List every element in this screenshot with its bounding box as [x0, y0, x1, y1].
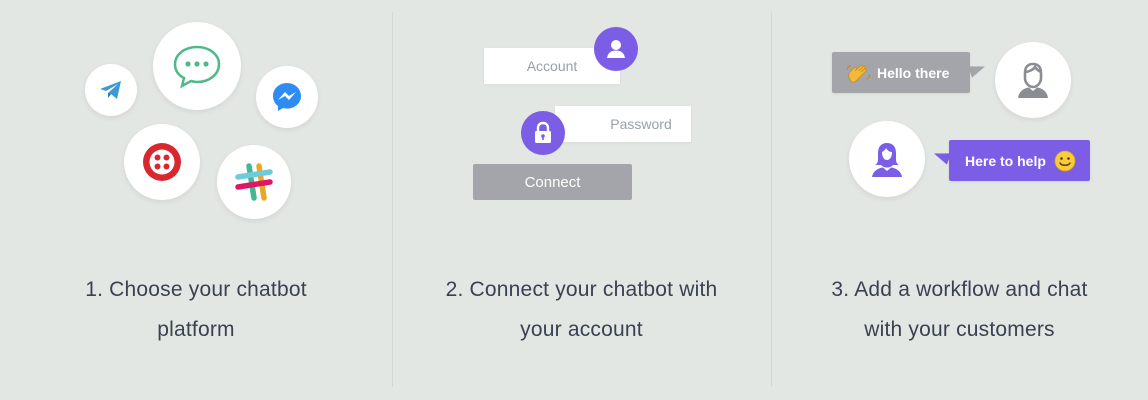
messenger-circle[interactable] — [256, 66, 318, 128]
step-connect-account: Account Password Connect 2. Connect your… — [392, 0, 771, 400]
caption-line: 1. Choose your chatbot — [85, 278, 307, 301]
connect-button[interactable]: Connect — [473, 164, 632, 200]
reply-text: Here to help — [965, 152, 1046, 169]
caption-line: 2. Connect your chatbot with — [445, 278, 718, 301]
user-icon — [607, 40, 625, 58]
account-placeholder: Account — [526, 58, 578, 74]
messenger-icon — [273, 83, 301, 111]
slack-icon — [235, 163, 273, 201]
caption-line: with your customers — [864, 318, 1055, 341]
chat-circle[interactable] — [153, 22, 241, 110]
chat-icon — [173, 45, 221, 89]
slack-circle[interactable] — [217, 145, 291, 219]
password-field[interactable]: Password — [555, 106, 691, 142]
twilio-icon — [143, 143, 181, 181]
telegram-circle[interactable] — [85, 64, 137, 116]
step-workflow-chat: Hello there Here to help 3. Add a workfl… — [771, 0, 1148, 400]
woman-icon — [872, 143, 902, 177]
caption-line: 3. Add a workflow and chat — [831, 278, 1088, 301]
caption-line: platform — [157, 318, 235, 341]
customer-avatar — [849, 121, 925, 197]
password-placeholder: Password — [610, 116, 672, 132]
step-caption: 1. Choose your chatbot platform — [0, 270, 392, 350]
step-caption: 2. Connect your chatbot with your accoun… — [392, 270, 771, 350]
greeting-bubble-tail — [967, 60, 988, 78]
connect-label: Connect — [524, 173, 581, 191]
smiley-icon — [1054, 150, 1076, 171]
step-choose-platform: 1. Choose your chatbot platform — [0, 0, 392, 400]
greeting-bubble: Hello there — [832, 52, 970, 93]
lock-icon — [535, 121, 551, 143]
reply-bubble: Here to help — [949, 140, 1090, 181]
lock-badge — [521, 111, 565, 155]
steps-section: 1. Choose your chatbot platform Account … — [0, 0, 1148, 400]
caption-line: your account — [520, 318, 643, 341]
waving-hand-icon — [846, 64, 871, 83]
step-caption: 3. Add a workflow and chat with your cus… — [771, 270, 1148, 350]
greeting-text: Hello there — [877, 64, 950, 81]
telegram-icon — [100, 81, 121, 99]
user-badge — [594, 27, 638, 71]
agent-avatar — [995, 42, 1071, 118]
man-icon — [1018, 62, 1048, 98]
twilio-circle[interactable] — [124, 124, 200, 200]
